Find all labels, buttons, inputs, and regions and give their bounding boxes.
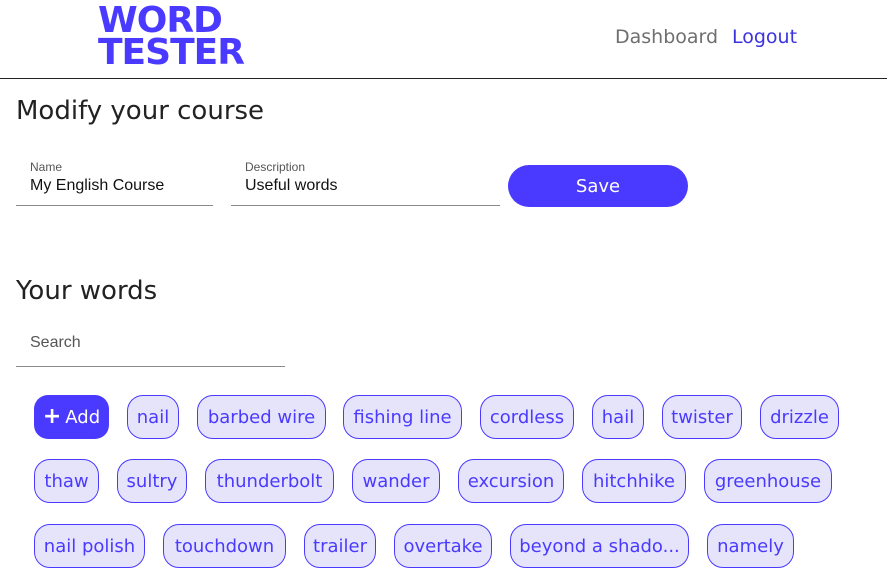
search-input[interactable]: Search bbox=[16, 322, 285, 367]
word-chip[interactable]: overtake bbox=[394, 524, 492, 568]
word-chip[interactable]: fishing line bbox=[343, 395, 462, 439]
word-chip[interactable]: beyond a shado... bbox=[510, 524, 689, 568]
word-chip[interactable]: nail polish bbox=[34, 524, 145, 568]
word-chip[interactable]: twister bbox=[662, 395, 742, 439]
save-button[interactable]: Save bbox=[508, 165, 688, 207]
header: WORD TESTER Dashboard Logout bbox=[0, 0, 887, 79]
word-chip[interactable]: drizzle bbox=[760, 395, 839, 439]
word-chip[interactable]: thunderbolt bbox=[205, 459, 334, 503]
add-word-button[interactable]: + Add bbox=[34, 395, 109, 439]
course-description-label: Description bbox=[245, 160, 306, 174]
word-chip[interactable]: excursion bbox=[458, 459, 564, 503]
search-placeholder: Search bbox=[30, 334, 81, 351]
word-chip[interactable]: cordless bbox=[480, 395, 574, 439]
course-name-field[interactable]: Name My English Course bbox=[16, 158, 213, 206]
course-description-field[interactable]: Description Useful words bbox=[231, 158, 500, 206]
word-chip[interactable]: touchdown bbox=[163, 524, 286, 568]
word-chip[interactable]: thaw bbox=[34, 459, 99, 503]
word-chip[interactable]: nail bbox=[127, 395, 179, 439]
word-chip[interactable]: hail bbox=[592, 395, 644, 439]
word-chip[interactable]: greenhouse bbox=[704, 459, 832, 503]
logo[interactable]: WORD TESTER bbox=[98, 3, 245, 73]
course-description-value[interactable]: Useful words bbox=[245, 177, 337, 195]
words-section-title: Your words bbox=[16, 276, 158, 306]
nav-logout-link[interactable]: Logout bbox=[732, 26, 797, 48]
word-chip[interactable]: namely bbox=[707, 524, 794, 568]
course-name-label: Name bbox=[30, 160, 63, 174]
plus-icon: + bbox=[42, 404, 62, 429]
nav-dashboard-link[interactable]: Dashboard bbox=[615, 26, 718, 48]
page-title: Modify your course bbox=[16, 96, 265, 126]
word-chip[interactable]: trailer bbox=[304, 524, 376, 568]
word-chip[interactable]: barbed wire bbox=[197, 395, 326, 439]
logo-line-2: TESTER bbox=[98, 32, 245, 73]
course-name-value[interactable]: My English Course bbox=[30, 177, 164, 195]
add-word-label: Add bbox=[65, 406, 101, 428]
word-chip[interactable]: sultry bbox=[117, 459, 187, 503]
word-chip[interactable]: wander bbox=[352, 459, 440, 503]
word-chip[interactable]: hitchhike bbox=[582, 459, 686, 503]
